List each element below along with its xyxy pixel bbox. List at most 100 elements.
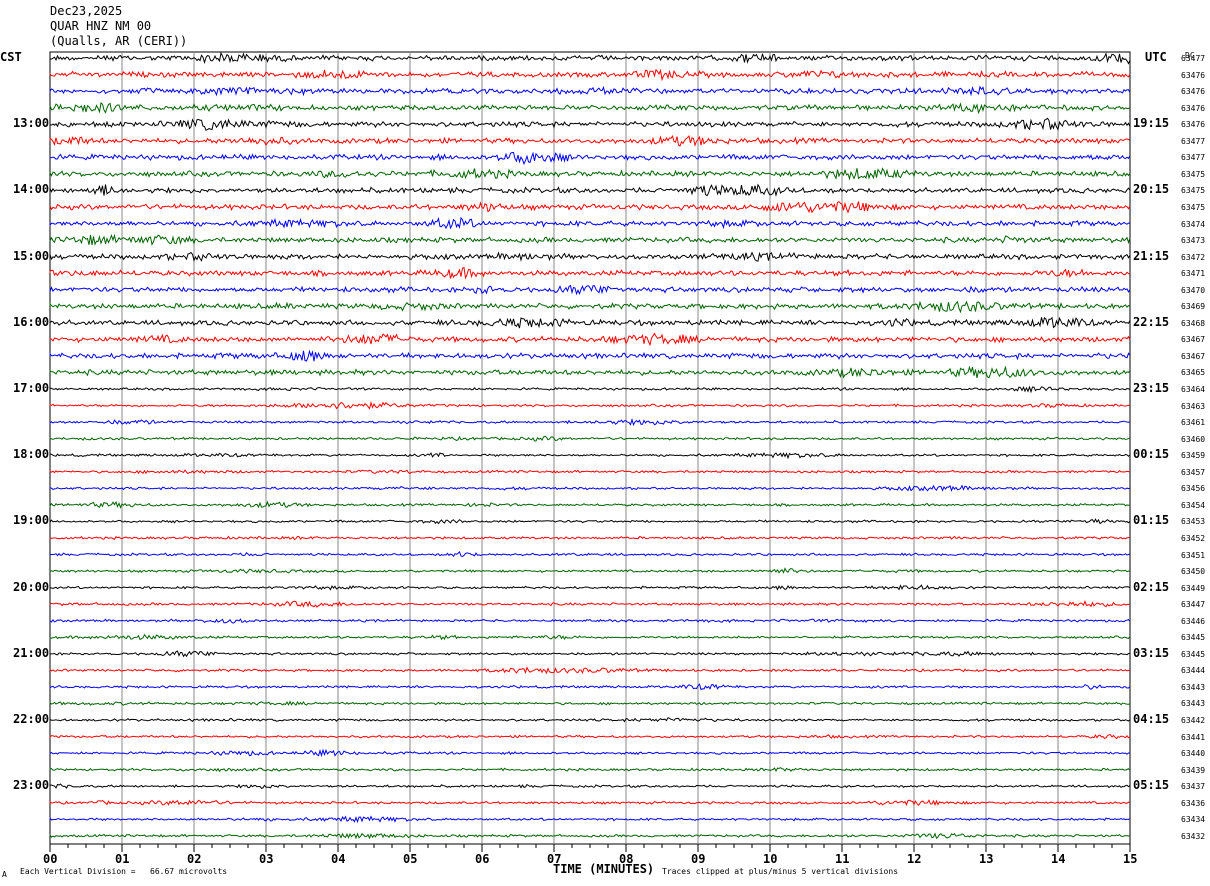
dc-value: 63471: [1181, 269, 1206, 279]
dc-value: 63472: [1181, 252, 1206, 262]
dc-value: 63447: [1181, 600, 1206, 610]
right-hour-label: 20:15: [1133, 182, 1170, 197]
dc-value: 63443: [1181, 682, 1206, 692]
dc-value: 63457: [1181, 467, 1206, 477]
trace-line: [49, 365, 1131, 379]
trace-line: [49, 316, 1131, 329]
trace-line: [49, 717, 1131, 723]
trace-line: [49, 815, 1131, 824]
trace-line: [49, 783, 1131, 790]
trace-line: [49, 799, 1130, 807]
trace-line: [49, 767, 1131, 773]
dc-value: 63465: [1181, 368, 1206, 378]
x-tick-label: 14: [1051, 852, 1066, 866]
trace-line: [49, 700, 1131, 706]
trace-line: [49, 733, 1131, 740]
left-hour-label: 14:00: [13, 182, 50, 197]
trace-line: [49, 284, 1131, 296]
dc-value: 63450: [1181, 567, 1206, 577]
clip-note: Traces clipped at plus/minus 5 vertical …: [662, 867, 899, 876]
trace-line: [49, 567, 1131, 574]
dc-value: 63436: [1181, 798, 1206, 808]
x-tick-label: 11: [835, 852, 850, 866]
trace-line: [49, 666, 1131, 675]
trace-line: [49, 469, 1131, 475]
trace-line: [49, 618, 1131, 624]
trace-line: [49, 332, 1131, 347]
right-hour-label: 19:15: [1133, 116, 1170, 131]
x-tick-label: 03: [259, 852, 274, 866]
dc-value: 63475: [1181, 202, 1206, 212]
left-hour-label: 17:00: [13, 381, 50, 395]
dc-value: 63434: [1181, 815, 1206, 825]
dc-value: 63454: [1181, 500, 1206, 510]
trace-line: [49, 102, 1131, 115]
left-hour-label: 15:00: [13, 248, 50, 263]
trace-line: [49, 151, 1131, 166]
trace-line: [49, 435, 1131, 442]
dc-value: 63475: [1181, 169, 1206, 179]
dc-value: 63470: [1181, 285, 1206, 295]
dc-value: 63445: [1181, 633, 1206, 643]
trace-line: [49, 216, 1131, 230]
dc-value: 63446: [1181, 616, 1206, 626]
right-hour-label: 03:15: [1133, 645, 1170, 660]
dc-value: 63453: [1181, 517, 1206, 527]
trace-line: [49, 85, 1131, 97]
x-tick-label: 06: [475, 852, 490, 866]
x-tick-label: 02: [187, 852, 202, 866]
trace-line: [49, 233, 1131, 246]
trace-line: [49, 600, 1130, 608]
left-hour-label: 20:00: [13, 579, 50, 594]
dc-value: 63474: [1181, 219, 1206, 229]
trace-line: [49, 266, 1131, 280]
x-tick-label: 10: [763, 852, 778, 866]
dc-value: 63460: [1181, 434, 1206, 444]
left-hour-label: 18:00: [13, 447, 50, 462]
right-hour-label: 05:15: [1133, 778, 1170, 793]
trace-line: [49, 518, 1131, 525]
corner-mark: A: [2, 870, 7, 879]
trace-line: [49, 385, 1131, 394]
dc-value: 63477: [1181, 54, 1206, 63]
x-tick-label: 15: [1123, 852, 1138, 866]
trace-line: [49, 683, 1131, 691]
trace-line: [49, 484, 1131, 492]
right-hour-label: 04:15: [1133, 712, 1170, 726]
trace-line: [49, 584, 1131, 591]
trace-line: [49, 117, 1131, 131]
trace-line: [49, 134, 1131, 147]
left-hour-label: 23:00: [13, 778, 50, 793]
trace-line: [49, 300, 1131, 314]
right-hour-label: 02:15: [1133, 579, 1170, 594]
trace-line: [49, 748, 1131, 758]
trace-line: [49, 167, 1131, 181]
dc-value: 63468: [1181, 318, 1206, 328]
x-tick-label: 09: [691, 852, 706, 866]
dc-value: 63449: [1181, 583, 1206, 593]
dc-value: 63475: [1181, 186, 1206, 196]
scale-note: Each Vertical Division = 66.67 microvolt…: [20, 867, 228, 876]
x-axis-label: TIME (MINUTES): [553, 862, 655, 876]
x-tick-label: 12: [907, 852, 922, 866]
dc-value: 63473: [1181, 236, 1206, 246]
dc-value: 63477: [1181, 136, 1206, 146]
left-hour-label: 16:00: [13, 314, 50, 329]
dc-value: 63476: [1181, 103, 1206, 113]
plot-frame: [49, 51, 1131, 845]
dc-value: 63476: [1181, 87, 1206, 97]
dc-value: 63461: [1181, 418, 1206, 428]
trace-line: [49, 251, 1131, 262]
dc-value: 63463: [1181, 401, 1206, 411]
trace-line: [49, 535, 1130, 541]
dc-value: 63432: [1181, 831, 1206, 841]
right-hour-label: 00:15: [1133, 447, 1170, 462]
trace-line: [49, 183, 1131, 198]
dc-value: 63442: [1181, 716, 1206, 725]
dc-value: 63444: [1181, 666, 1206, 676]
dc-value: 63452: [1181, 533, 1206, 543]
left-hour-label: 19:00: [13, 513, 50, 528]
trace-line: [49, 68, 1131, 82]
x-tick-label: 05: [403, 852, 418, 866]
left-hour-label: 21:00: [13, 645, 50, 660]
